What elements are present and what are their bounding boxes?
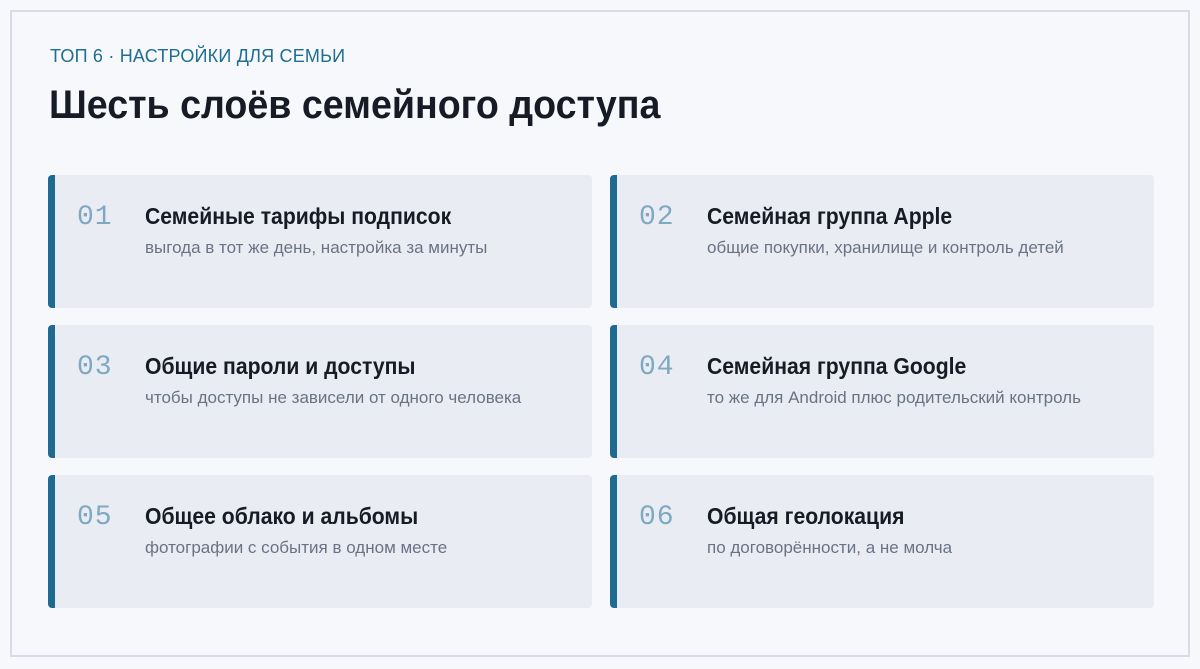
card-4: 04 Семейная группа Google то же для Andr… <box>610 325 1154 458</box>
card-subtitle: по договорённости, а не молча <box>707 538 953 557</box>
card-number: 02 <box>639 202 675 233</box>
card-subtitle: фотографии с события в одном месте <box>145 538 448 557</box>
page-title: Шесть слоёв семейного доступа <box>49 83 661 127</box>
card-number: 01 <box>77 202 113 233</box>
card-1: 01 Семейные тарифы подписок выгода в тот… <box>48 175 592 308</box>
card-subtitle: чтобы доступы не зависели от одного чело… <box>145 388 522 407</box>
card-title: Семейная группа Google <box>707 353 967 379</box>
card-title: Семейная группа Apple <box>707 203 953 229</box>
card-number: 06 <box>639 502 675 533</box>
card-3: 03 Общие пароли и доступы чтобы доступы … <box>48 325 592 458</box>
card-6: 06 Общая геолокация по договорённости, а… <box>610 475 1154 608</box>
card-5: 05 Общее облако и альбомы фотографии с с… <box>48 475 592 608</box>
card-grid: 01 Семейные тарифы подписок выгода в тот… <box>48 175 1154 608</box>
card-title: Общая геолокация <box>707 503 905 529</box>
card-number: 05 <box>77 502 113 533</box>
card-number: 03 <box>77 352 113 383</box>
card-title: Семейные тарифы подписок <box>145 203 452 229</box>
card-title: Общее облако и альбомы <box>145 503 419 529</box>
card-2: 02 Семейная группа Apple общие покупки, … <box>610 175 1154 308</box>
card-subtitle: общие покупки, хранилище и контроль дете… <box>707 238 1064 257</box>
card-number: 04 <box>639 352 675 383</box>
card-subtitle: выгода в тот же день, настройка за минут… <box>145 238 488 257</box>
card-title: Общие пароли и доступы <box>145 353 416 379</box>
card-subtitle: то же для Android плюс родительский конт… <box>707 388 1081 407</box>
slide-frame: ТОП 6 · НАСТРОЙКИ ДЛЯ СЕМЬИ Шесть слоёв … <box>10 10 1190 657</box>
eyebrow-label: ТОП 6 · НАСТРОЙКИ ДЛЯ СЕМЬИ <box>50 46 346 66</box>
